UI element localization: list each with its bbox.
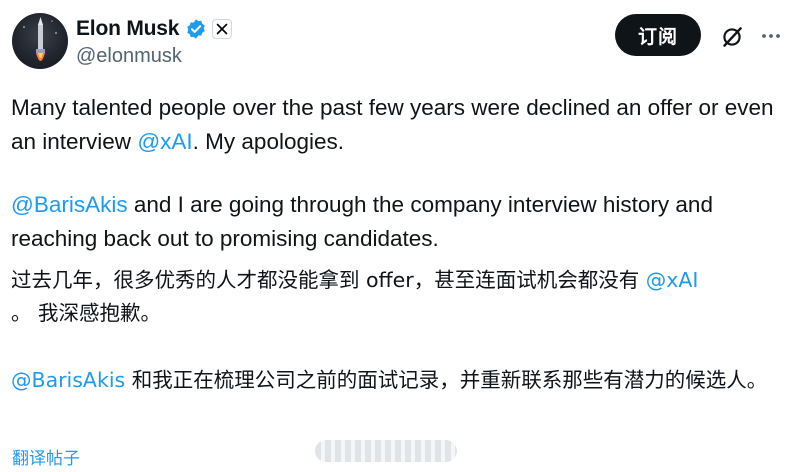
tweet-paragraph-3-translation: 过去几年，很多优秀的人才都没能拿到 offer，甚至连面试机会都没有 @xAI 。… (11, 264, 783, 330)
tweet-text: . My apologies. (192, 129, 344, 154)
tweet-paragraph-4-translation: @BarisAkis 和我正在梳理公司之前的面试记录，并重新联系那些有潜力的候选… (11, 364, 783, 397)
author-handle[interactable]: @elonmusk (76, 45, 232, 68)
tweet-paragraph-1: Many talented people over the past few y… (11, 91, 783, 159)
verified-badge-icon (187, 19, 205, 39)
tweet-text: 和我正在梳理公司之前的面试记录，并重新联系那些有潜力的候选人。 (125, 368, 768, 392)
mention-link-barisakis[interactable]: @BarisAkis (11, 192, 128, 217)
more-icon[interactable] (759, 24, 783, 48)
mention-link-barisakis[interactable]: @BarisAkis (11, 368, 125, 392)
mention-link-xai[interactable]: @xAI (137, 129, 192, 154)
subscribe-button[interactable]: 订阅 (615, 14, 701, 56)
x-affiliation-icon (212, 19, 233, 39)
rocket-avatar-icon (23, 17, 57, 61)
watermark (315, 440, 457, 462)
tweet-text: Many talented people over the past few y… (11, 95, 774, 154)
author-name-row: Elon Musk (76, 16, 233, 42)
author-avatar[interactable] (12, 13, 68, 69)
tweet-text: 。 我深感抱歉。 (11, 301, 162, 325)
translate-post-link[interactable]: 翻译帖子 (12, 444, 80, 469)
tweet-header: Elon Musk @elonmusk 订阅 (12, 12, 785, 70)
author-info: Elon Musk @elonmusk (76, 16, 233, 68)
tweet-text: 过去几年，很多优秀的人才都没能拿到 offer，甚至连面试机会都没有 (11, 268, 646, 292)
mention-link-xai[interactable]: @xAI (646, 268, 699, 292)
grok-icon[interactable] (719, 24, 745, 50)
author-name[interactable]: Elon Musk (76, 17, 179, 41)
tweet-paragraph-2: @BarisAkis and I are going through the c… (11, 188, 783, 256)
